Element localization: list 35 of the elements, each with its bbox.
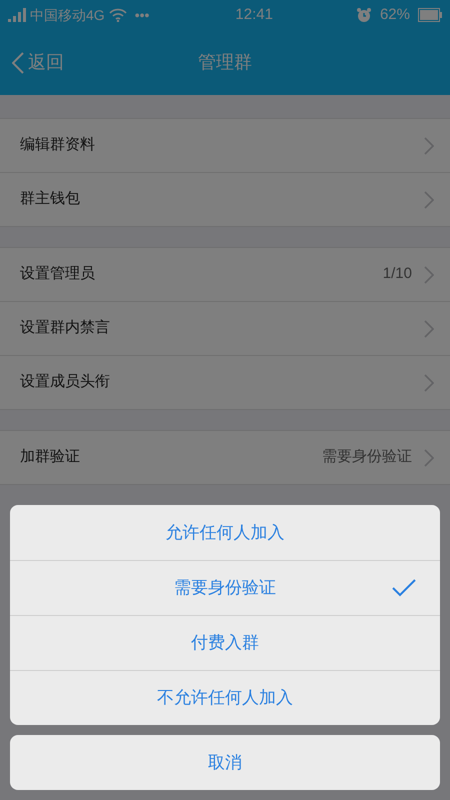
settings-row[interactable]: 加群验证 需要身份验证 — [0, 431, 450, 485]
sheet-option[interactable]: 允许任何人加入 — [10, 505, 440, 560]
row-label: 群主钱包 — [20, 189, 81, 210]
row-label: 编辑群资料 — [20, 135, 96, 156]
settings-row[interactable]: 群主钱包 — [0, 173, 450, 227]
carrier-label: 中国移动4G — [30, 6, 105, 24]
row-label: 设置管理员 — [20, 264, 96, 284]
settings-row[interactable]: 设置管理员 1/10 — [0, 248, 450, 302]
settings-row[interactable]: 编辑群资料 — [0, 119, 450, 173]
signal-icon — [8, 8, 26, 22]
chevron-icon — [424, 374, 434, 392]
chevron-icon — [424, 190, 434, 208]
chevron-icon — [424, 448, 434, 466]
page-title: 管理群 — [198, 51, 252, 74]
sheet-option[interactable]: 付费入群 — [10, 615, 440, 670]
settings-row[interactable]: 设置群内禁言 — [0, 302, 450, 356]
row-value: 1/10 — [382, 264, 412, 284]
chevron-icon — [424, 266, 434, 284]
settings-row[interactable]: 设置成员头衔 — [0, 356, 450, 410]
battery-icon — [418, 8, 442, 22]
wifi-icon — [108, 8, 127, 22]
battery-percent: 62% — [380, 4, 410, 25]
sheet-option[interactable]: 需要身份验证 — [10, 560, 440, 615]
back-chevron-icon — [12, 52, 24, 74]
chevron-icon — [424, 136, 434, 154]
cancel-button[interactable]: 取消 — [10, 735, 440, 790]
row-label: 设置成员头衔 — [20, 372, 111, 392]
chevron-icon — [424, 320, 434, 338]
row-label: 加群验证 — [20, 447, 81, 468]
sheet-option[interactable]: 不允许任何人加入 — [10, 670, 440, 725]
alarm-icon — [356, 7, 372, 23]
row-value: 需要身份验证 — [322, 447, 412, 468]
more-dots: ••• — [134, 6, 150, 24]
clock-time: 12:41 — [235, 4, 273, 25]
row-label: 设置群内禁言 — [20, 318, 111, 338]
